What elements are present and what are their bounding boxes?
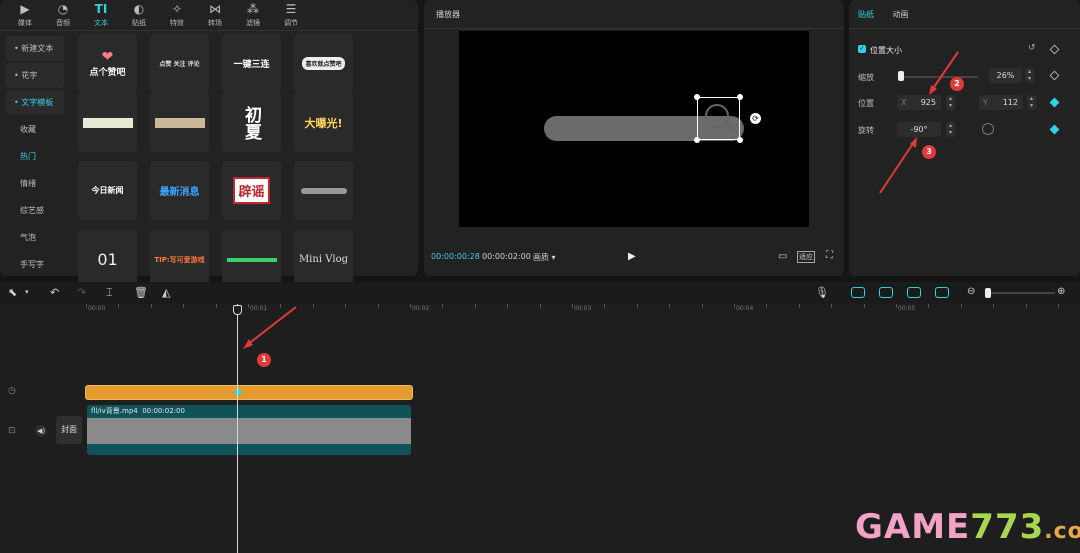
annotation-arrows [243,51,959,349]
arrow-1 [246,306,297,346]
annotation-marker: 1 [257,353,271,367]
annotation-marker: 3 [922,145,936,159]
arrow-3 [879,141,915,194]
watermark-logo: GAME773.com [855,507,1080,547]
annotation-marker: 2 [950,77,964,91]
arrow-2-head [929,85,937,95]
